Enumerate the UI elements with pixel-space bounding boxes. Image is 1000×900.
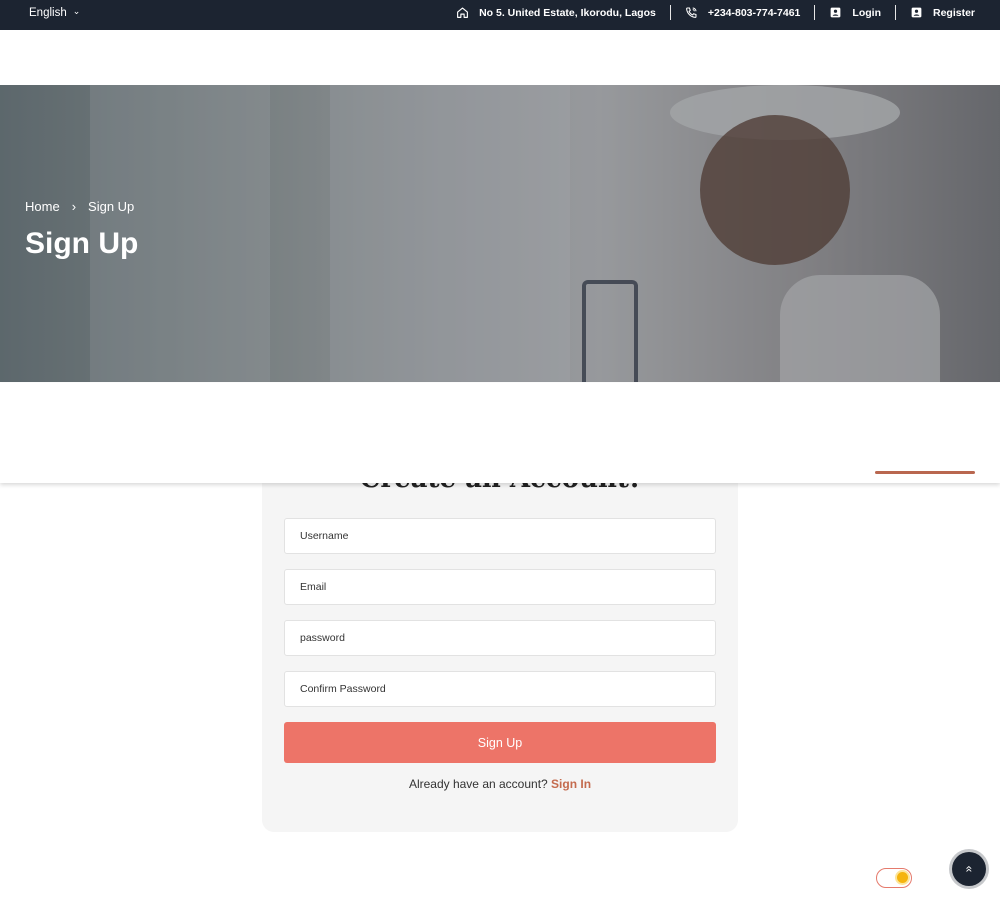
- signin-prompt: Already have an account? Sign In: [262, 777, 738, 791]
- signin-link[interactable]: Sign In: [551, 777, 591, 791]
- signin-prompt-text: Already have an account?: [408, 777, 548, 791]
- language-label: English: [29, 6, 67, 19]
- confirm-password-field[interactable]: [284, 671, 716, 707]
- home-icon: [457, 7, 469, 18]
- chevron-down-icon: ⌄: [72, 6, 81, 16]
- chevron-right-icon: ›: [71, 199, 77, 214]
- header-area: [0, 30, 1000, 85]
- username-field[interactable]: [284, 518, 716, 554]
- theme-toggle[interactable]: [876, 868, 912, 888]
- login-link[interactable]: Login: [815, 6, 895, 19]
- breadcrumb-home[interactable]: Home: [25, 199, 60, 214]
- phone-item[interactable]: +234-803-774-7461: [671, 6, 815, 19]
- back-to-top-button[interactable]: «: [952, 852, 986, 886]
- header-accent-line: [875, 471, 975, 474]
- login-label: Login: [852, 6, 881, 19]
- top-bar: English ⌄ No 5. United Estate, Ikorodu, …: [0, 0, 1000, 30]
- password-field[interactable]: [284, 620, 716, 656]
- sun-icon: [897, 872, 908, 883]
- address-item: No 5. United Estate, Ikorodu, Lagos: [442, 6, 670, 19]
- email-field[interactable]: [284, 569, 716, 605]
- breadcrumb: Home › Sign Up: [25, 199, 134, 214]
- sticky-header: [0, 383, 1000, 483]
- top-contact-info: No 5. United Estate, Ikorodu, Lagos +234…: [442, 0, 975, 25]
- user-badge-icon: [831, 7, 841, 18]
- register-label: Register: [932, 6, 975, 19]
- phone-text: +234-803-774-7461: [707, 6, 801, 19]
- language-selector[interactable]: English ⌄: [29, 0, 80, 25]
- user-badge-icon: [911, 7, 922, 18]
- hero-overlay: [0, 85, 1000, 382]
- signup-card: Create an Account! Sign Up Already have …: [262, 456, 738, 832]
- page-title: Sign Up: [25, 227, 139, 260]
- address-text: No 5. United Estate, Ikorodu, Lagos: [479, 6, 656, 19]
- hero-banner: Home › Sign Up Sign Up: [0, 85, 1000, 382]
- register-link[interactable]: Register: [896, 6, 975, 19]
- signup-button[interactable]: Sign Up: [284, 722, 716, 763]
- breadcrumb-current: Sign Up: [88, 199, 135, 214]
- chevron-up-double-icon: «: [962, 865, 976, 873]
- phone-icon: [685, 7, 697, 18]
